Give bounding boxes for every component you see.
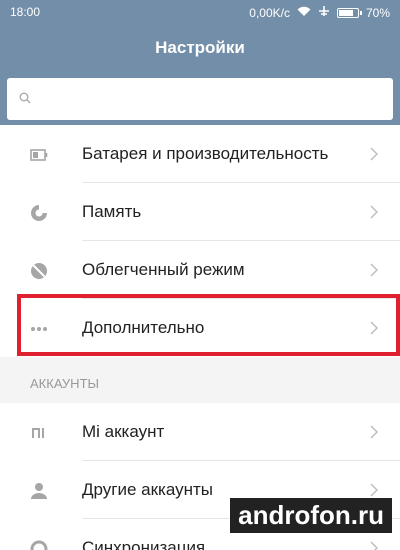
status-time: 18:00 — [10, 5, 41, 19]
storage-icon — [31, 205, 47, 221]
chevron-right-icon — [370, 321, 378, 335]
battery-percent: 70% — [365, 5, 390, 20]
more-dots-icon — [31, 327, 47, 331]
watermark: androfon.ru — [230, 498, 392, 533]
chevron-right-icon — [370, 541, 378, 550]
item-label: Облегченный режим — [82, 260, 245, 279]
battery-status-icon — [336, 7, 362, 18]
settings-item-battery[interactable]: Батарея и производительность — [0, 125, 400, 183]
status-bar: 18:00 0,00K/c 70% — [0, 0, 400, 24]
item-label: Mi аккаунт — [82, 422, 165, 441]
item-label: Другие аккаунты — [82, 480, 214, 499]
section-title: АККАУНТЫ — [30, 376, 100, 391]
status-right: 0,00K/c 70% — [249, 5, 390, 20]
settings-item-lite-mode[interactable]: Облегченный режим — [0, 241, 400, 299]
settings-item-mi-account[interactable]: Mi аккаунт — [0, 403, 400, 461]
chevron-right-icon — [370, 425, 378, 439]
accounts-section-header: АККАУНТЫ — [0, 361, 400, 403]
item-label: Память — [82, 202, 142, 221]
network-speed: 0,00K/c — [249, 5, 290, 20]
lite-mode-icon — [31, 263, 47, 279]
item-label: Батарея и производительность — [82, 144, 329, 163]
item-label: Дополнительно — [82, 318, 205, 337]
battery-icon — [30, 149, 48, 161]
chevron-right-icon — [370, 147, 378, 161]
chevron-right-icon — [370, 263, 378, 277]
page-title: Настройки — [155, 38, 245, 57]
sync-icon — [30, 540, 48, 550]
person-icon — [31, 483, 47, 499]
airplane-icon — [318, 5, 330, 20]
app-header: 18:00 0,00K/c 70% Настройки — [0, 0, 400, 125]
wifi-icon — [297, 6, 311, 20]
mi-icon — [32, 428, 44, 438]
settings-item-storage[interactable]: Память — [0, 183, 400, 241]
search-icon — [19, 92, 31, 104]
chevron-right-icon — [370, 483, 378, 497]
search-input[interactable] — [7, 78, 393, 120]
settings-item-additional[interactable]: Дополнительно — [0, 299, 400, 357]
chevron-right-icon — [370, 205, 378, 219]
item-label: Синхронизация — [82, 538, 206, 550]
settings-list: Батарея и производительность Память Обле… — [0, 125, 400, 357]
